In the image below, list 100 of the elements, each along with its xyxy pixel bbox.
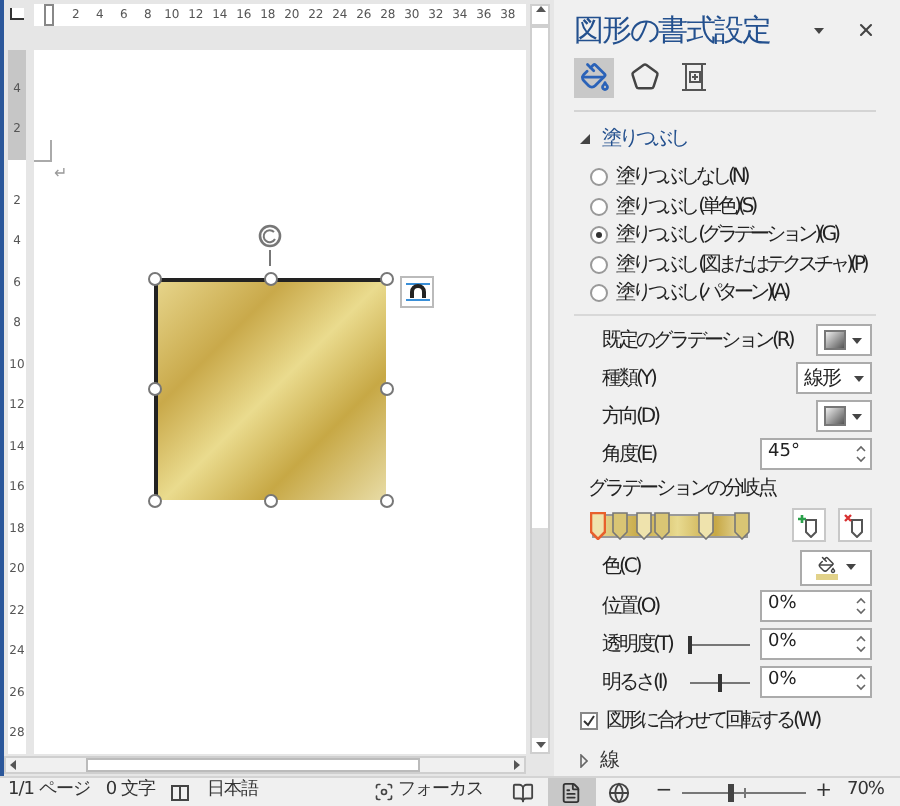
fill-radio-option[interactable]: 塗りつぶし (図またはテクスチャ)(P) [590, 250, 876, 279]
section-label: グラデーションの分岐点 [588, 475, 778, 504]
scroll-up-icon[interactable] [535, 6, 546, 12]
square-shape[interactable] [154, 278, 386, 500]
close-icon [856, 20, 876, 41]
radio-button[interactable] [590, 168, 608, 187]
focus-icon [374, 782, 395, 802]
web-layout-icon [608, 781, 631, 803]
paint-bucket-icon [579, 62, 609, 92]
type-dropdown[interactable]: 線形 [796, 362, 872, 394]
rotate-handle[interactable] [256, 222, 284, 266]
print-layout-icon [560, 781, 583, 803]
size-layout-icon [680, 62, 708, 92]
gradient-stop-marker[interactable] [636, 511, 653, 539]
gradient-stop-marker[interactable] [654, 511, 671, 539]
caret-icon [852, 337, 862, 343]
fill-radio-option[interactable]: 塗りつぶし (グラデーション)(G) [590, 221, 876, 250]
page-count[interactable]: 1/1 ページ [8, 778, 90, 806]
radio-button[interactable] [590, 197, 608, 216]
paragraph-mark: ↵ [54, 162, 68, 186]
resize-handle[interactable] [379, 271, 393, 285]
tab-selector-icon[interactable] [9, 7, 24, 19]
gradient-stops-bar[interactable] [592, 513, 748, 537]
view-mode-button[interactable] [547, 778, 596, 806]
zoom-out-button[interactable]: − [655, 782, 672, 802]
language-indicator[interactable]: 日本語 [206, 778, 258, 806]
caret-icon [854, 375, 864, 381]
line-section-header[interactable]: 線 [574, 746, 876, 776]
caret-icon [813, 27, 823, 34]
field-label: 種類(Y) [602, 365, 655, 393]
field-label: 方向(D) [602, 403, 659, 431]
resize-handle[interactable] [147, 493, 161, 507]
remove-stop-icon [844, 513, 866, 537]
option-label: 塗りつぶし (単色)(S) [616, 193, 755, 222]
radio-button[interactable] [590, 255, 608, 274]
checkbox[interactable] [580, 712, 598, 730]
fill-radio-option[interactable]: 塗りつぶし (パターン)(A) [590, 279, 876, 308]
color-dropdown[interactable] [800, 549, 872, 585]
resize-handle[interactable] [147, 382, 161, 396]
focus-mode-button[interactable]: フォーカス [374, 778, 484, 806]
spin-arrows-icon [856, 672, 866, 692]
spin-field[interactable]: 0% [760, 590, 872, 622]
gradient-stop-marker[interactable] [733, 511, 750, 539]
spin-field[interactable]: 0% [760, 628, 872, 660]
gradient-dropdown[interactable] [816, 324, 872, 356]
option-label: 塗りつぶし (図またはテクスチャ)(P) [616, 251, 866, 280]
collapsed-triangle-icon[interactable] [580, 754, 588, 768]
gradient-swatch-icon [824, 406, 846, 426]
field-label: 明るさ(I) [602, 669, 666, 697]
option-label: 塗りつぶし (パターン)(A) [616, 280, 788, 309]
indent-marker-icon[interactable] [43, 4, 54, 26]
radio-button[interactable] [590, 284, 608, 303]
pentagon-icon [629, 62, 659, 92]
spin-field[interactable]: 0% [760, 666, 872, 698]
spin-arrows-icon [856, 596, 866, 616]
option-label: 塗りつぶしなし(N) [616, 164, 747, 193]
gradient-swatch-icon [824, 330, 846, 350]
fill-radio-option[interactable]: 塗りつぶし (単色)(S) [590, 192, 876, 221]
pane-title: 図形の書式設定 [574, 10, 770, 52]
field-label: 位置(O) [602, 593, 659, 621]
checkbox-label: 図形に合わせて回転する(W) [606, 708, 820, 736]
pane-tab[interactable] [574, 57, 614, 97]
word-count[interactable]: 0 文字 [105, 778, 155, 806]
section-title: 線 [600, 748, 620, 776]
remove-stop-button[interactable] [838, 508, 872, 542]
rotate-with-shape-checkbox[interactable]: 図形に合わせて回転する(W) [574, 706, 876, 736]
gradient-stop-marker[interactable] [611, 511, 628, 539]
fill-section-header[interactable]: 塗りつぶし [574, 123, 876, 153]
resize-handle[interactable] [263, 271, 277, 285]
spin-arrows-icon [856, 444, 866, 464]
text-wrap-icon [405, 282, 429, 302]
spin-arrows-icon [856, 634, 866, 654]
margin-corner-mark [34, 140, 52, 162]
resize-handle[interactable] [147, 271, 161, 285]
close-button[interactable] [856, 20, 876, 41]
section-title: 塗りつぶし [602, 125, 687, 153]
add-stop-button[interactable] [792, 508, 826, 542]
scroll-down-icon[interactable] [535, 742, 545, 748]
field-label: 色(C) [602, 554, 640, 582]
gradient-dropdown[interactable] [816, 400, 872, 432]
radio-button[interactable] [590, 226, 608, 245]
zoom-percentage[interactable]: 70% [846, 778, 884, 806]
add-stop-icon [798, 513, 820, 537]
scroll-left-icon[interactable] [10, 760, 16, 770]
expanded-triangle-icon[interactable] [580, 133, 590, 143]
scrollbar-thumb[interactable] [532, 528, 548, 738]
proofing-book-icon[interactable] [170, 783, 191, 801]
horizontal-scrollbar-thumb[interactable] [86, 758, 420, 772]
spin-field[interactable]: 45° [760, 438, 872, 470]
layout-options-button[interactable] [400, 276, 434, 308]
zoom-slider-thumb[interactable] [727, 783, 734, 801]
caret-icon [852, 413, 862, 419]
read-mode-icon [512, 781, 535, 803]
gradient-stop-marker[interactable] [698, 511, 715, 539]
gradient-stop-marker[interactable] [589, 511, 606, 539]
field-label: 角度(E) [602, 441, 656, 469]
zoom-in-button[interactable]: + [815, 782, 831, 802]
fill-radio-option[interactable]: 塗りつぶしなし(N) [590, 163, 876, 192]
fill-color-icon [816, 555, 838, 579]
scroll-right-icon[interactable] [514, 760, 520, 770]
